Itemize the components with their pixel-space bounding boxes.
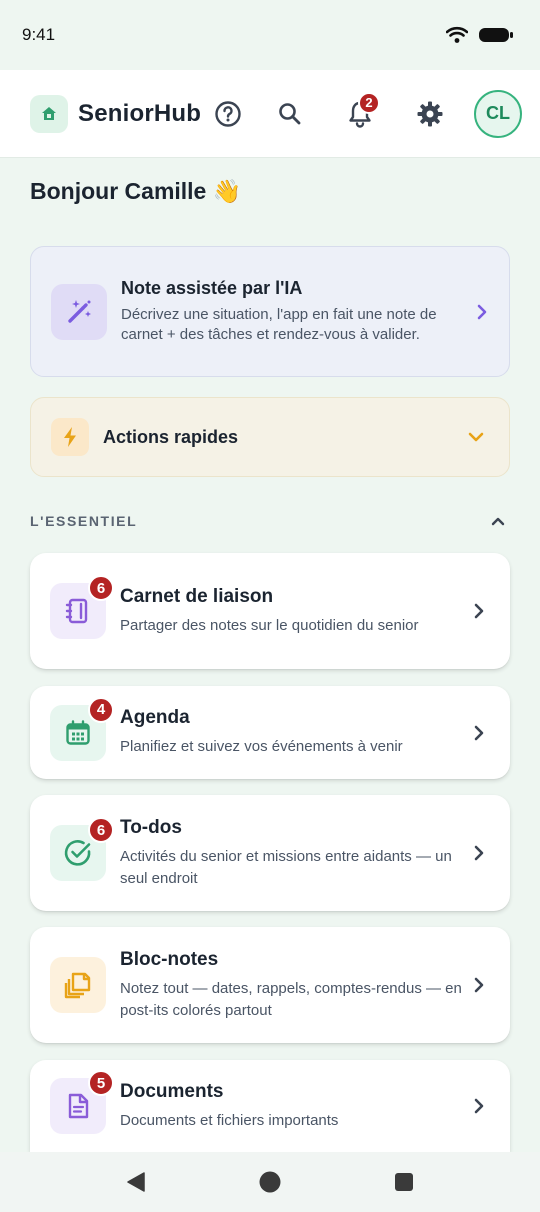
- documents-title: Documents: [120, 1080, 224, 1102]
- bloc-notes-description: Notez tout — dates, rappels, comptes-ren…: [120, 979, 462, 1019]
- todos-description: Activités du senior et missions entre ai…: [120, 847, 452, 887]
- home-nav-icon[interactable]: [258, 1170, 282, 1194]
- chevron-right-icon: [474, 977, 484, 993]
- documents-description: Documents et fichiers importants: [120, 1111, 339, 1129]
- documents-badge: 5: [88, 1070, 114, 1096]
- chevron-down-icon: [468, 432, 484, 442]
- chevron-right-icon: [477, 304, 487, 319]
- ai-card-text: Note assistée par l'IA Décrivez une situ…: [121, 278, 465, 345]
- header-actions: 2 CL: [244, 89, 522, 138]
- status-bar: 9:41: [0, 0, 540, 70]
- ai-card-title: Note assistée par l'IA: [121, 278, 303, 298]
- chevron-up-icon: [491, 517, 505, 526]
- status-icons: [446, 26, 514, 44]
- home-icon: [42, 106, 56, 120]
- documents-text: Documents Documents et fichiers importan…: [120, 1081, 462, 1132]
- agenda-icon-container: 4: [50, 696, 114, 761]
- agenda-description: Planifiez et suivez vos événements à ven…: [120, 738, 403, 755]
- recents-icon[interactable]: [393, 1171, 415, 1193]
- quick-actions-toggle[interactable]: Actions rapides: [30, 397, 510, 477]
- notification-badge: 2: [358, 91, 380, 114]
- user-avatar[interactable]: CL: [474, 89, 522, 138]
- document-icon: [68, 1093, 89, 1119]
- chevron-right-icon: [474, 1098, 484, 1114]
- ai-note-card[interactable]: Note assistée par l'IA Décrivez une situ…: [30, 246, 510, 377]
- carnet-text: Carnet de liaison Partager des notes sur…: [120, 586, 462, 637]
- status-time: 9:41: [22, 25, 56, 44]
- bloc-notes-icon-container: [50, 957, 106, 1013]
- todos-title: To-dos: [120, 816, 182, 838]
- quick-actions-label: Actions rapides: [103, 426, 239, 447]
- help-button[interactable]: [213, 99, 243, 129]
- ai-card-description: Décrivez une situation, l'app en fait un…: [121, 306, 437, 343]
- todos-text: To-dos Activités du senior et missions e…: [120, 817, 462, 890]
- module-card-bloc-notes[interactable]: Bloc-notes Notez tout — dates, rappels, …: [30, 927, 510, 1043]
- agenda-text: Agenda Planifiez et suivez vos événement…: [120, 707, 462, 758]
- section-title: L'ESSENTIEL: [30, 513, 138, 529]
- magic-wand-icon: [68, 299, 91, 323]
- notebook-icon: [65, 598, 88, 624]
- module-card-agenda[interactable]: 4 Agenda Planifiez et suivez vos événeme…: [30, 686, 510, 779]
- app-title: SeniorHub: [78, 99, 202, 127]
- search-icon: [279, 102, 301, 124]
- wifi-icon: [446, 26, 468, 43]
- search-button[interactable]: [266, 90, 314, 138]
- agenda-title: Agenda: [120, 707, 190, 728]
- calendar-icon: [66, 719, 90, 745]
- quick-icon-container: [51, 418, 89, 456]
- settings-button[interactable]: [406, 90, 454, 138]
- module-card-carnet[interactable]: 6 Carnet de liaison Partager des notes s…: [30, 553, 510, 669]
- gear-icon: [417, 101, 443, 126]
- bloc-notes-text: Bloc-notes Notez tout — dates, rappels, …: [120, 949, 462, 1022]
- essentials-section-header[interactable]: L'ESSENTIEL: [30, 508, 510, 534]
- battery-icon: [479, 28, 513, 42]
- chevron-right-icon: [474, 845, 484, 861]
- chevron-right-icon: [474, 603, 484, 619]
- todos-badge: 6: [88, 817, 114, 843]
- carnet-description: Partager des notes sur le quotidien du s…: [120, 616, 419, 634]
- app-logo: [30, 94, 68, 133]
- carnet-icon-container: 6: [50, 575, 114, 639]
- module-card-documents[interactable]: 5 Documents Documents et fichiers import…: [30, 1060, 510, 1152]
- module-card-todos[interactable]: 6 To-dos Activités du senior et missions…: [30, 795, 510, 911]
- carnet-badge: 6: [88, 575, 114, 601]
- sticky-notes-icon: [64, 972, 91, 999]
- chevron-right-icon: [474, 725, 484, 740]
- ai-icon-container: [51, 283, 107, 340]
- documents-icon-container: 5: [50, 1070, 114, 1134]
- notifications-button[interactable]: 2: [336, 90, 384, 138]
- system-nav-bar: [0, 1152, 540, 1212]
- back-icon[interactable]: [125, 1171, 147, 1193]
- bloc-notes-title: Bloc-notes: [120, 948, 219, 970]
- agenda-badge: 4: [88, 696, 114, 723]
- lightning-icon: [64, 427, 76, 447]
- check-circle-icon: [64, 840, 91, 866]
- help-icon: [215, 100, 241, 127]
- carnet-title: Carnet de liaison: [120, 585, 274, 607]
- greeting-title: Bonjour Camille 👋: [30, 178, 242, 204]
- todos-icon-container: 6: [50, 817, 114, 881]
- app-header: SeniorHub 2 CL: [0, 70, 540, 158]
